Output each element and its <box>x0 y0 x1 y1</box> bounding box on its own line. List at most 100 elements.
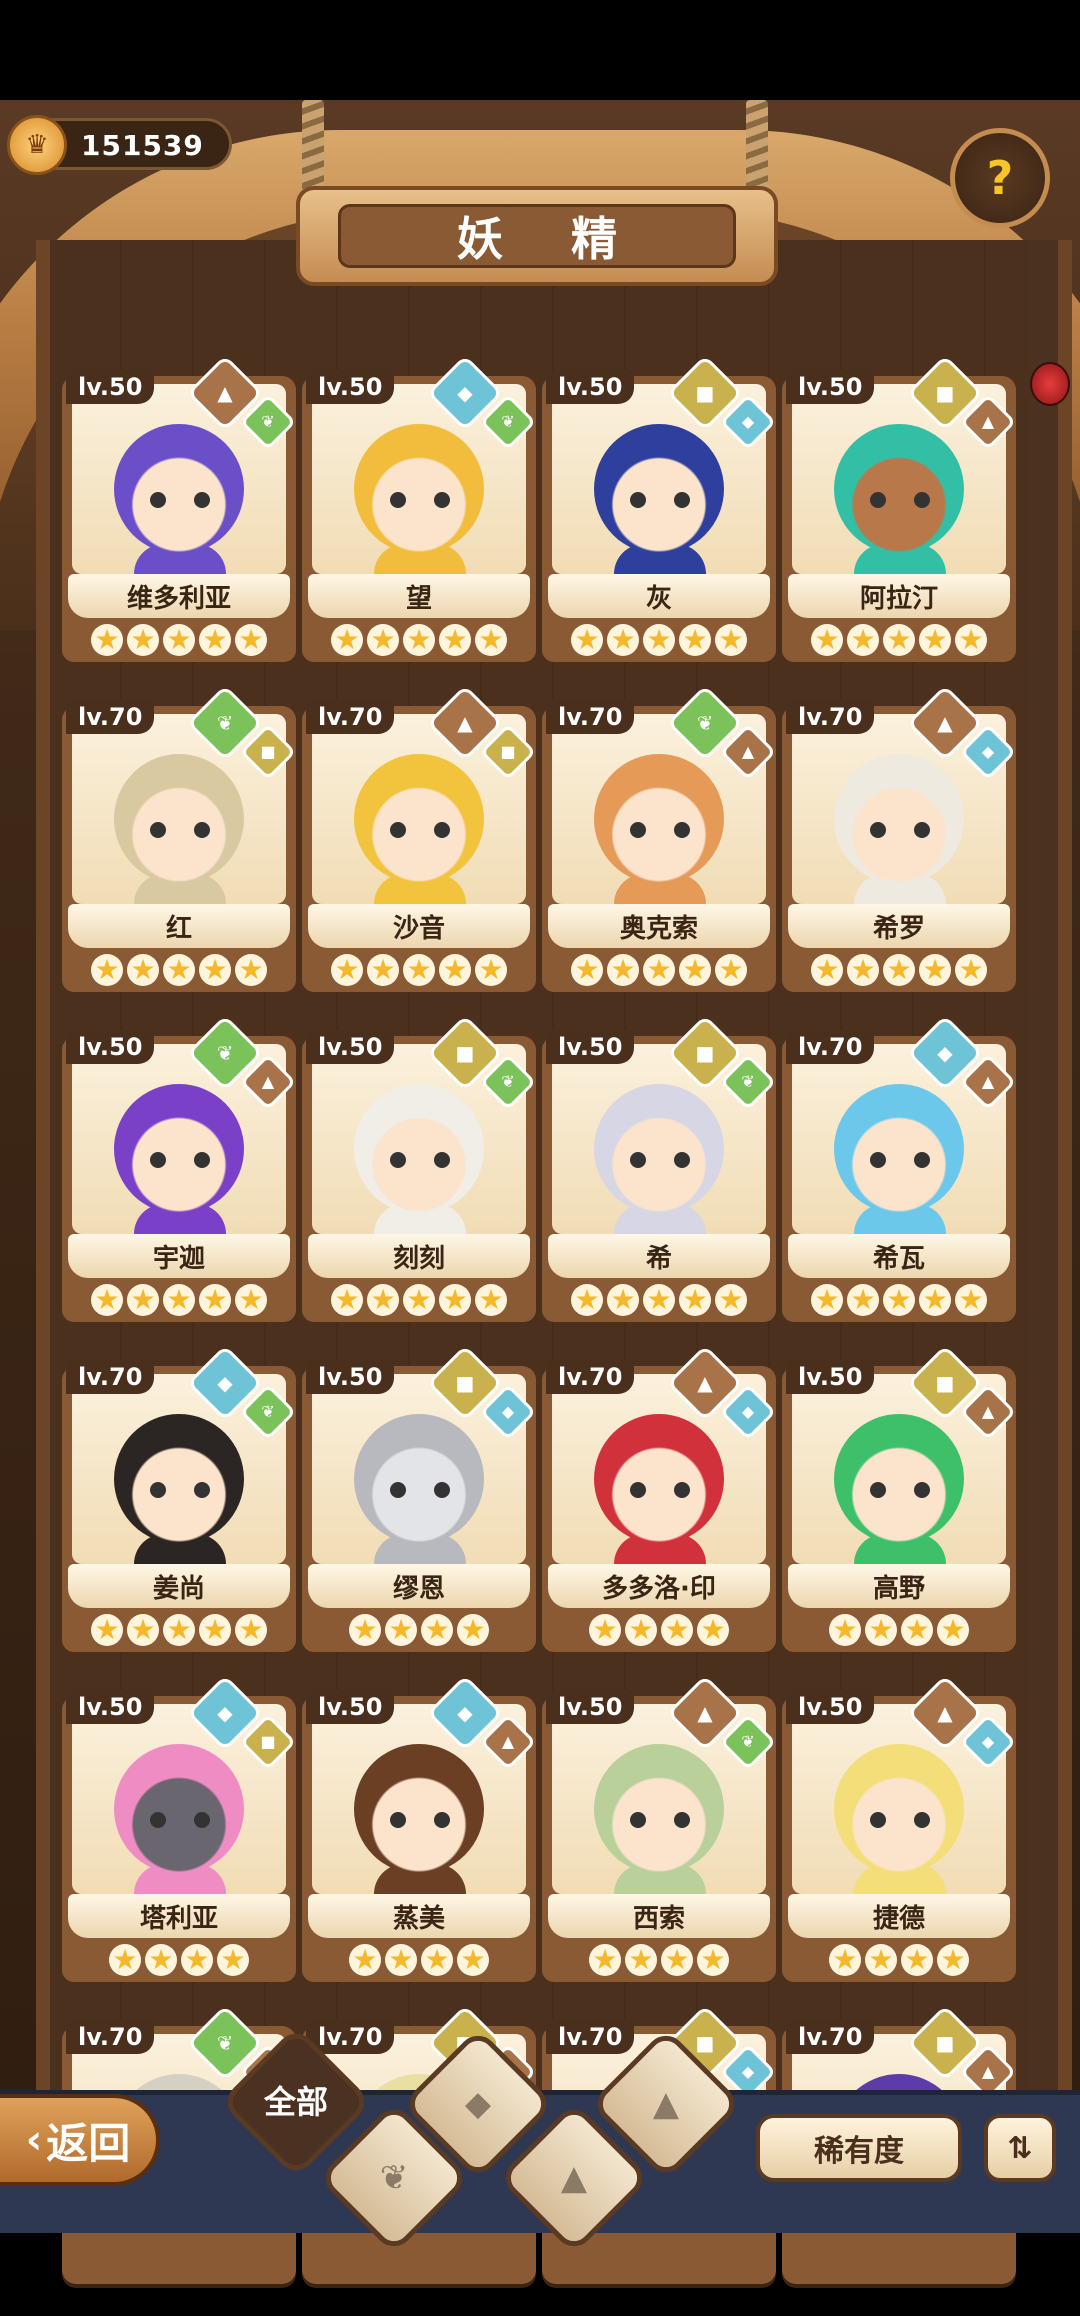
star-icon: ★ <box>163 954 195 986</box>
fairy-name: 刻刻 <box>308 1234 530 1278</box>
fairy-eyes <box>870 1482 930 1498</box>
star-icon: ★ <box>181 1944 213 1976</box>
fairy-card[interactable]: lv.50 ◆ ❦ 望 ★ ★ ★ ★ ★ <box>302 354 537 666</box>
fairy-card[interactable]: lv.70 ◆ ▲ 希瓦 ★ ★ ★ ★ ★ <box>782 1014 1017 1326</box>
star-rating: ★ ★ ★ ★ ★ <box>542 948 776 992</box>
star-rating: ★ ★ ★ ★ ★ <box>62 948 296 992</box>
star-rating: ★ ★ ★ ★ <box>542 1608 776 1652</box>
fairy-face <box>354 424 484 554</box>
star-icon: ★ <box>367 624 399 656</box>
fairy-card[interactable]: lv.50 ■ ❦ 刻刻 ★ ★ ★ ★ ★ <box>302 1014 537 1326</box>
fairy-face <box>594 1414 724 1544</box>
fairy-face <box>834 1414 964 1544</box>
fairy-face <box>834 1744 964 1874</box>
star-rating: ★ ★ ★ ★ ★ <box>302 618 536 662</box>
fairy-card[interactable]: lv.50 ■ ◆ 缪恩 ★ ★ ★ ★ <box>302 1344 537 1656</box>
star-icon: ★ <box>847 1284 879 1316</box>
level-badge: lv.70 <box>546 700 635 734</box>
fairy-card[interactable]: lv.50 ▲ ❦ 维多利亚 ★ ★ ★ ★ ★ <box>62 354 297 666</box>
fairy-card[interactable]: lv.50 ■ ❦ 希 ★ ★ ★ ★ ★ <box>542 1014 777 1326</box>
fairy-face <box>354 1084 484 1214</box>
fairy-card[interactable]: lv.50 ◆ ▲ 蒸美 ★ ★ ★ ★ <box>302 1674 537 1986</box>
star-icon: ★ <box>715 624 747 656</box>
fairy-card[interactable]: lv.70 ▲ ◆ 多多洛·印 ★ ★ ★ ★ <box>542 1344 777 1656</box>
fairy-name: 宇迦 <box>68 1234 290 1278</box>
fairy-name: 缪恩 <box>308 1564 530 1608</box>
fairy-eyes <box>630 1812 690 1828</box>
fairy-face <box>114 424 244 554</box>
level-badge: lv.50 <box>546 1690 635 1724</box>
fairy-name: 望 <box>308 574 530 618</box>
fairy-eyes <box>150 822 210 838</box>
fairy-card[interactable]: lv.50 ■ ▲ 高野 ★ ★ ★ ★ <box>782 1344 1017 1656</box>
star-icon: ★ <box>109 1944 141 1976</box>
fairy-eyes <box>630 1482 690 1498</box>
star-icon: ★ <box>91 1614 123 1646</box>
level-badge: lv.70 <box>786 1030 875 1064</box>
fairy-eyes <box>630 492 690 508</box>
star-icon: ★ <box>163 1614 195 1646</box>
star-rating: ★ ★ ★ ★ ★ <box>782 618 1016 662</box>
star-icon: ★ <box>847 624 879 656</box>
star-icon: ★ <box>331 1284 363 1316</box>
star-icon: ★ <box>679 1284 711 1316</box>
fairy-card[interactable]: lv.70 ▲ ■ 沙音 ★ ★ ★ ★ ★ <box>302 684 537 996</box>
star-icon: ★ <box>883 1284 915 1316</box>
star-icon: ★ <box>421 1614 453 1646</box>
fairy-face <box>354 1744 484 1874</box>
star-icon: ★ <box>217 1944 249 1976</box>
sort-order-button[interactable]: ⇅ <box>984 2114 1056 2182</box>
rock-icon: ▲ <box>652 2084 680 2124</box>
coin-icon: ♛ <box>7 115 67 175</box>
fairy-eyes <box>390 492 450 508</box>
level-badge: lv.70 <box>546 1360 635 1394</box>
star-icon: ★ <box>883 624 915 656</box>
star-icon: ★ <box>643 624 675 656</box>
fairy-card[interactable]: lv.50 ■ ◆ 灰 ★ ★ ★ ★ ★ <box>542 354 777 666</box>
star-icon: ★ <box>331 954 363 986</box>
back-button[interactable]: ‹ 返回 <box>0 2094 160 2186</box>
help-button[interactable]: ? <box>950 128 1050 228</box>
star-icon: ★ <box>955 954 987 986</box>
fairy-face <box>114 1414 244 1544</box>
star-icon: ★ <box>571 624 603 656</box>
fairy-eyes <box>150 1812 210 1828</box>
fairy-card[interactable]: lv.70 ◆ ❦ 姜尚 ★ ★ ★ ★ ★ <box>62 1344 297 1656</box>
fairy-card[interactable]: lv.50 ◆ ■ 塔利亚 ★ ★ ★ ★ <box>62 1674 297 1986</box>
level-badge: lv.70 <box>66 700 155 734</box>
fairy-card[interactable]: lv.50 ▲ ❦ 西索 ★ ★ ★ ★ <box>542 1674 777 1986</box>
star-icon: ★ <box>625 1614 657 1646</box>
star-icon: ★ <box>439 1284 471 1316</box>
star-icon: ★ <box>679 624 711 656</box>
fairy-card[interactable]: lv.50 ▲ ◆ 捷德 ★ ★ ★ ★ <box>782 1674 1017 1986</box>
fairy-eyes <box>150 1152 210 1168</box>
fairy-card[interactable]: lv.50 ■ ▲ 阿拉汀 ★ ★ ★ ★ ★ <box>782 354 1017 666</box>
fairy-name: 奥克索 <box>548 904 770 948</box>
star-rating: ★ ★ ★ ★ ★ <box>542 618 776 662</box>
fairy-card[interactable]: lv.50 ❦ ▲ 宇迦 ★ ★ ★ ★ ★ <box>62 1014 297 1326</box>
star-icon: ★ <box>571 954 603 986</box>
sort-rarity-button[interactable]: 稀有度 <box>756 2114 962 2182</box>
level-badge: lv.50 <box>306 1360 395 1394</box>
star-icon: ★ <box>661 1614 693 1646</box>
level-badge: lv.70 <box>66 2020 155 2054</box>
fairy-card[interactable]: lv.70 ▲ ◆ 希罗 ★ ★ ★ ★ ★ <box>782 684 1017 996</box>
fairy-eyes <box>150 1482 210 1498</box>
star-icon: ★ <box>91 624 123 656</box>
star-icon: ★ <box>403 1284 435 1316</box>
star-rating: ★ ★ ★ ★ <box>782 1608 1016 1652</box>
star-icon: ★ <box>625 1944 657 1976</box>
star-icon: ★ <box>475 624 507 656</box>
star-icon: ★ <box>589 1944 621 1976</box>
star-rating: ★ ★ ★ ★ ★ <box>542 1278 776 1322</box>
fairy-card[interactable]: lv.70 ❦ ▲ 奥克索 ★ ★ ★ ★ ★ <box>542 684 777 996</box>
star-icon: ★ <box>385 1614 417 1646</box>
back-label: 返回 <box>46 2118 131 2168</box>
fairy-card[interactable]: lv.70 ❦ ■ 红 ★ ★ ★ ★ ★ <box>62 684 297 996</box>
filter-all-label: 全部 <box>263 2083 328 2121</box>
fairy-face <box>834 1084 964 1214</box>
star-icon: ★ <box>163 1284 195 1316</box>
star-icon: ★ <box>607 1284 639 1316</box>
fairy-name: 阿拉汀 <box>788 574 1010 618</box>
fairy-name: 希罗 <box>788 904 1010 948</box>
